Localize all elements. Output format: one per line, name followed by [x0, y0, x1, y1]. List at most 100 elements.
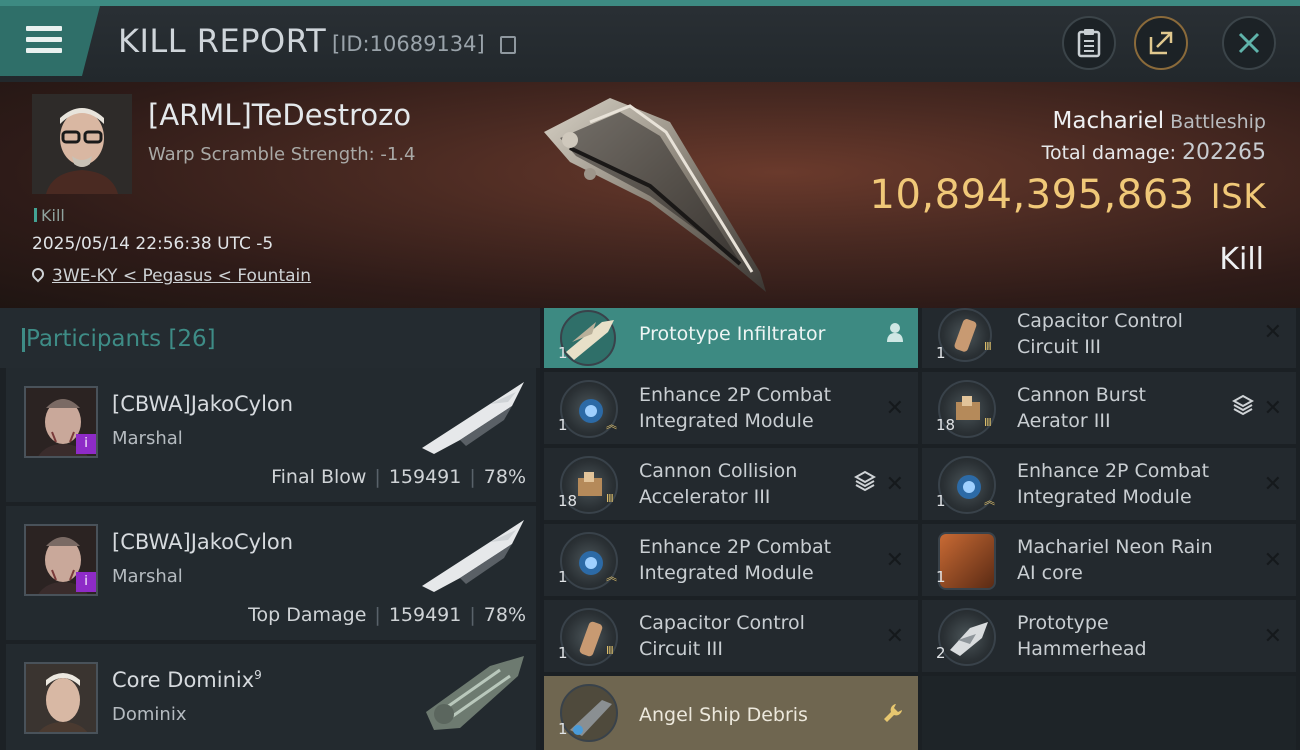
participant-role: Final Blow: [271, 466, 367, 488]
participant-badge: i: [76, 434, 96, 454]
close-button[interactable]: [1222, 16, 1276, 70]
participant-row[interactable]: Core Dominix9 Dominix: [6, 644, 536, 750]
total-damage-label: Total damage:: [1041, 142, 1177, 164]
drone-icon: [938, 608, 996, 666]
participants-header[interactable]: Participants [26]: [0, 308, 540, 368]
item-cell-cannon-burst[interactable]: III 18 Cannon Burst Aerator III ✕: [922, 372, 1296, 444]
close-icon[interactable]: ✕: [1264, 624, 1282, 649]
item-name-line2: Circuit III: [639, 638, 724, 660]
participant-row[interactable]: i [CBWA]JakoCylon Marshal Top Damage | 159…: [6, 506, 536, 640]
item-name-line1: Enhance 2P Combat: [639, 536, 832, 558]
item-name-line2: Integrated Module: [639, 410, 814, 432]
item-cell-capacitor-control[interactable]: III 1 Capacitor Control Circuit III ✕: [544, 600, 918, 672]
location-link[interactable]: 3WE-KY < Pegasus < Fountain: [52, 266, 311, 286]
close-icon[interactable]: ✕: [1264, 396, 1282, 421]
participant-name: [CBWA]JakoCylon: [112, 392, 294, 416]
item-cell-angel-ship-debris[interactable]: 1 Angel Ship Debris: [544, 676, 918, 750]
item-quantity: 1: [558, 344, 568, 362]
participant-name: [CBWA]JakoCylon: [112, 530, 294, 554]
item-name: Enhance 2P Combat Integrated Module: [639, 382, 869, 434]
isk-value: 10,894,395,863 ISK: [870, 172, 1267, 218]
item-name-line2: Accelerator III: [639, 486, 771, 508]
debris-icon: [560, 684, 618, 742]
participant-stats: Final Blow | 159491 | 78%: [271, 466, 526, 488]
item-quantity: 1: [936, 492, 946, 510]
participant-ship-image: [426, 656, 524, 730]
clipboard-button[interactable]: [1062, 16, 1116, 70]
tier-icon: III: [984, 416, 992, 429]
item-quantity: 1: [558, 568, 568, 586]
participant-damage: 159491: [388, 466, 462, 488]
item-name-line1: Machariel Neon Rain: [1017, 536, 1213, 558]
item-name-line1: Capacitor Control: [639, 612, 805, 634]
item-name-line1: Prototype: [1017, 612, 1109, 634]
page-title: KILL REPORT: [118, 22, 327, 60]
participants-label: Participants: [26, 326, 162, 352]
item-cell-cannon-collision[interactable]: III 18 Cannon Collision Accelerator III ✕: [544, 448, 918, 520]
item-name-line1: Cannon Collision: [639, 460, 798, 482]
share-button[interactable]: [1134, 16, 1188, 70]
item-cell-prototype-hammerhead[interactable]: 2 Prototype Hammerhead ✕: [922, 600, 1296, 672]
item-quantity: 1: [558, 720, 568, 738]
person-icon: [887, 323, 903, 342]
isk-amount: 10,894,395,863: [869, 172, 1195, 218]
close-icon[interactable]: ✕: [886, 396, 904, 421]
close-icon[interactable]: ✕: [886, 624, 904, 649]
participants-title: Participants [26]: [22, 326, 216, 352]
item-cell-enhance-2p[interactable]: ︽ 1 Enhance 2P Combat Integrated Module ✕: [544, 372, 918, 444]
item-cell-enhance-2p[interactable]: ︽ 1 Enhance 2P Combat Integrated Module ✕: [922, 448, 1296, 520]
participant-ship-image: [422, 382, 524, 454]
warp-scramble-strength: Warp Scramble Strength: -1.4: [148, 144, 416, 165]
close-icon[interactable]: ✕: [1264, 472, 1282, 497]
participant-row[interactable]: i [CBWA]JakoCylon Marshal Final Blow | 159…: [6, 368, 536, 502]
participants-count: [26]: [168, 326, 216, 352]
wrench-icon[interactable]: [882, 702, 904, 724]
item-cell-capacitor-control[interactable]: III 1 Capacitor Control Circuit III ✕: [922, 308, 1296, 368]
victim-ship[interactable]: Machariel Battleship: [1053, 108, 1266, 134]
item-cell-prototype-infiltrator[interactable]: 1 Prototype Infiltrator: [544, 308, 918, 368]
tier-icon: III: [984, 340, 992, 353]
item-quantity: 1: [936, 568, 946, 586]
location-pin-icon: [29, 265, 47, 283]
participant-name-superscript: 9: [254, 668, 262, 682]
participant-portrait: [24, 662, 98, 734]
participant-ship: Marshal: [112, 566, 183, 587]
item-name: Cannon Collision Accelerator III: [639, 458, 869, 510]
stack-icon[interactable]: [1232, 394, 1254, 416]
item-cell-neon-rain-ai-core[interactable]: 1 Machariel Neon Rain AI core ✕: [922, 524, 1296, 596]
close-icon[interactable]: ✕: [1264, 548, 1282, 573]
tier-icon: ︽: [606, 570, 617, 583]
item-name-line1: Enhance 2P Combat: [1017, 460, 1210, 482]
participant-ship: Marshal: [112, 428, 183, 449]
menu-button[interactable]: [0, 6, 100, 76]
participant-stats: Top Damage | 159491 | 78%: [248, 604, 526, 626]
participant-percent: 78%: [483, 604, 526, 626]
participant-percent: 78%: [483, 466, 526, 488]
item-name: Capacitor Control Circuit III: [639, 610, 869, 662]
participant-role: Top Damage: [248, 604, 367, 626]
copy-icon[interactable]: [500, 36, 516, 54]
victim-portrait[interactable]: [32, 94, 132, 194]
close-icon[interactable]: ✕: [886, 472, 904, 497]
module-icon: [938, 308, 992, 362]
items-grid: 1 Prototype Infiltrator III 1 Capacitor …: [544, 308, 1300, 750]
kill-datetime: 2025/05/14 22:56:38 UTC -5: [32, 234, 274, 254]
item-name: Enhance 2P Combat Integrated Module: [639, 534, 869, 586]
close-icon[interactable]: ✕: [886, 548, 904, 573]
stack-icon[interactable]: [854, 470, 876, 492]
item-quantity: 1: [936, 344, 946, 362]
item-name-line2: Aerator III: [1017, 410, 1111, 432]
total-damage-value: 202265: [1182, 140, 1266, 165]
participant-name: Core Dominix9: [112, 668, 262, 692]
item-name-line2: AI core: [1017, 562, 1083, 584]
result-label: Kill: [1219, 242, 1264, 277]
empty-cell: [922, 676, 1296, 750]
avatar: [26, 664, 96, 732]
kill-location[interactable]: 3WE-KY < Pegasus < Fountain: [29, 265, 311, 286]
ai-core-icon: [938, 532, 996, 590]
item-cell-enhance-2p[interactable]: ︽ 1 Enhance 2P Combat Integrated Module ✕: [544, 524, 918, 596]
header-bar: KILL REPORT [ID:10689134]: [0, 0, 1300, 82]
victim-name[interactable]: [ARML]TeDestrozo: [148, 98, 411, 132]
tier-icon: III: [606, 644, 614, 657]
close-icon[interactable]: ✕: [1264, 320, 1282, 345]
